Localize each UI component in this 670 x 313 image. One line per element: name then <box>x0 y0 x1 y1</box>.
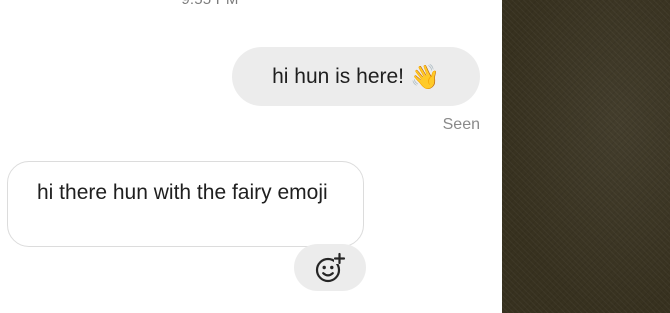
outgoing-message-bubble[interactable]: hi hun is here! 👋 <box>232 47 480 106</box>
waving-hand-emoji: 👋 <box>410 62 440 91</box>
incoming-message-text: hi there hun with the fairy emoji <box>37 181 328 204</box>
add-reaction-button[interactable] <box>294 244 366 291</box>
media-panel <box>502 0 670 313</box>
message-timestamp: 9:55 PM <box>0 0 420 8</box>
seen-status: Seen <box>442 116 480 133</box>
incoming-message-bubble[interactable]: hi there hun with the fairy emoji <box>7 161 364 247</box>
outgoing-message-text: hi hun is here! <box>272 64 405 88</box>
chat-pane: 9:55 PM hi hun is here! 👋 Seen hi there … <box>0 0 502 313</box>
add-reaction-icon <box>315 252 346 282</box>
